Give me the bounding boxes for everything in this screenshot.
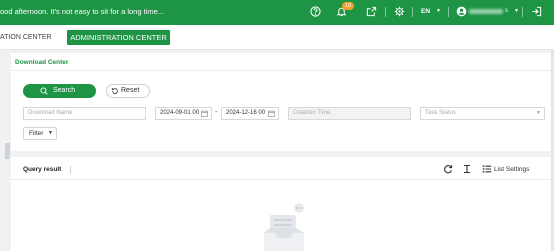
chevron-down-icon[interactable]: ▼: [436, 8, 441, 14]
notification-badge: 10: [342, 2, 354, 10]
calendar-icon: [268, 110, 275, 117]
calendar-icon: [201, 110, 208, 117]
divider: [11, 179, 554, 180]
download-name-input[interactable]: Download Name: [23, 107, 146, 120]
filter-button-label: Filter: [29, 130, 44, 137]
column-height-icon[interactable]: [462, 164, 472, 174]
divider: [11, 70, 554, 71]
help-icon[interactable]: [310, 6, 321, 17]
greeting-text: ood afternoon. It's not easy to sit for …: [0, 7, 165, 16]
chevron-down-icon[interactable]: ▼: [514, 8, 519, 14]
divider: [70, 166, 71, 174]
reset-button[interactable]: Reset: [106, 84, 150, 98]
task-status-select[interactable]: Task Status ▼: [420, 107, 545, 120]
language-selector[interactable]: EN: [421, 8, 430, 15]
date-range-separator: -: [215, 109, 218, 116]
reset-icon: [111, 87, 118, 94]
download-center-panel: Download Center Search Reset Download Na…: [11, 53, 554, 151]
nav-bar: ATION CENTER ADMINISTRATION CENTER: [0, 25, 554, 50]
logout-icon[interactable]: [531, 6, 542, 17]
username-redacted[interactable]: [469, 9, 503, 14]
search-button[interactable]: Search: [23, 84, 96, 98]
end-date-input[interactable]: 2024-12-16 00: [221, 107, 279, 120]
tab-administration-center[interactable]: ADMINISTRATION CENTER: [67, 30, 170, 45]
divider: [385, 7, 386, 17]
username-suffix[interactable]: s: [505, 8, 508, 14]
tab-operation-center[interactable]: ATION CENTER: [0, 34, 52, 41]
sidebar-toggle-handle[interactable]: [5, 143, 10, 159]
top-bar: ood afternoon. It's not easy to sit for …: [0, 0, 554, 25]
chevron-down-icon: ▼: [536, 110, 541, 116]
user-icon[interactable]: [456, 6, 467, 17]
start-date-value: 2024-09-01 00: [160, 110, 200, 116]
divider: [448, 7, 449, 17]
empty-inbox-icon: [264, 203, 304, 251]
end-date-value: 2024-12-16 00: [226, 110, 266, 116]
refresh-icon[interactable]: [443, 164, 453, 174]
divider: [412, 7, 413, 17]
list-settings-button[interactable]: List Settings: [494, 166, 529, 173]
creation-time-input[interactable]: Creation Time: [288, 107, 411, 120]
caret-down-icon: ▼: [48, 130, 53, 136]
gear-icon[interactable]: [394, 6, 405, 17]
list-settings-icon[interactable]: [482, 164, 492, 174]
query-result-panel: Query result List Settings: [11, 157, 554, 251]
start-date-input[interactable]: 2024-09-01 00: [155, 107, 212, 120]
filter-button[interactable]: Filter ▼: [23, 127, 57, 140]
reset-button-label: Reset: [121, 87, 140, 94]
external-link-icon[interactable]: [366, 6, 377, 17]
page-title: Download Center: [15, 59, 69, 66]
task-status-placeholder: Task Status: [425, 110, 457, 116]
search-icon: [40, 87, 48, 95]
query-result-title: Query result: [23, 166, 62, 173]
search-button-label: Search: [53, 87, 76, 94]
divider: [522, 7, 523, 17]
